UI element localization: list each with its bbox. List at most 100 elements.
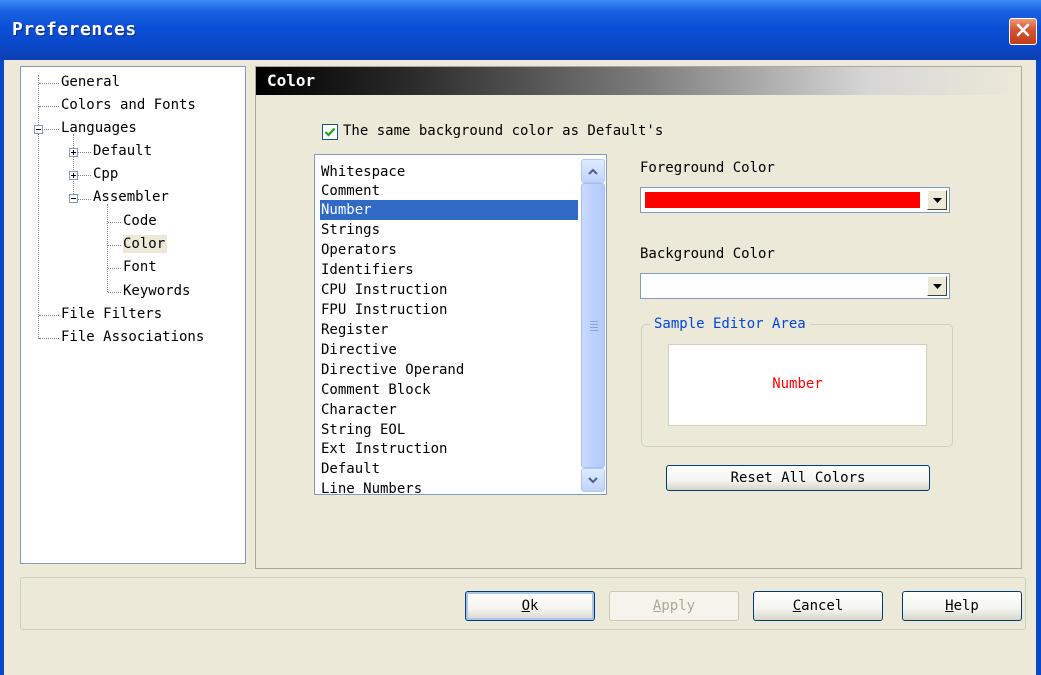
scroll-down-button[interactable] [581,468,605,492]
window-frame-left [0,60,4,675]
tree-connector [39,83,59,84]
list-item[interactable]: Default [320,459,578,479]
tree-item-label: Cpp [93,166,119,182]
list-item[interactable]: CPU Instruction [320,280,578,300]
tree-connector [38,75,39,339]
tree-item-colors-and-fonts[interactable]: Colors and Fonts [61,96,196,114]
sample-text: Number [772,376,823,392]
background-color-swatch [645,278,920,294]
chevron-up-icon [588,168,598,175]
color-element-list[interactable]: Whitespace Comment Number Strings Operat… [314,154,607,495]
list-item[interactable]: Ext Instruction [320,439,578,459]
apply-button[interactable]: Apply [609,591,739,621]
close-button[interactable] [1009,18,1037,45]
tree-connector [44,129,59,130]
tree-connector [73,134,74,202]
tree-connector [108,245,121,246]
list-item[interactable]: Directive [320,340,578,360]
list-item[interactable]: Operators [320,240,578,260]
tree-connector [108,292,121,293]
background-color-label: Background Color [640,246,775,262]
background-color-select[interactable] [640,273,950,299]
dropdown-arrow-icon [932,283,942,289]
list-item[interactable]: Character [320,400,578,420]
list-item[interactable]: Strings [320,220,578,240]
dropdown-button[interactable] [927,276,947,296]
same-background-label[interactable]: The same background color as Default's [343,123,663,139]
panel-title: Color [267,71,316,90]
foreground-color-swatch [645,192,920,208]
list-item[interactable]: Identifiers [320,260,578,280]
dropdown-arrow-icon [932,197,942,203]
list-item[interactable]: Comment [320,181,578,201]
same-background-checkbox[interactable] [322,124,338,140]
checkmark-icon [324,127,336,137]
tree-item-label: Code [123,213,157,229]
list-item[interactable]: String EOL [320,420,578,440]
tree-item-default[interactable]: Default [93,142,152,160]
list-item[interactable]: Register [320,320,578,340]
grip-line [590,321,598,322]
list-item-selected[interactable]: Number [320,200,578,220]
button-label: pply [661,598,696,614]
panel-header: Color [256,67,1021,95]
tree-item-font[interactable]: Font [123,258,157,276]
tree-item-label: Color [123,236,166,252]
expand-icon[interactable] [69,171,78,180]
tree-item-assembler[interactable]: Assembler [93,188,169,206]
tree-connector [39,106,59,107]
title-bar[interactable]: Preferences [0,0,1041,60]
mnemonic-letter: C [792,598,802,614]
help-button[interactable]: Help [902,591,1022,621]
tree-item-file-filters[interactable]: File Filters [61,305,162,323]
list-item[interactable]: FPU Instruction [320,300,578,320]
window-frame-right [1036,60,1041,675]
expand-icon[interactable] [69,148,78,157]
list-item[interactable]: Whitespace [320,162,578,182]
tree-connector [39,315,59,316]
tree-item-cpp[interactable]: Cpp [93,165,118,183]
button-label: ancel [801,598,844,614]
mnemonic-letter: H [945,598,954,614]
tree-connector [39,338,59,339]
tree-item-keywords[interactable]: Keywords [123,282,190,300]
tree-connector [107,204,108,292]
scroll-up-button[interactable] [581,159,605,183]
list-item[interactable]: Line Numbers [320,479,578,494]
reset-all-colors-button[interactable]: Reset All Colors [666,465,930,491]
foreground-color-label: Foreground Color [640,160,775,176]
cancel-button[interactable]: Cancel [753,591,883,621]
tree-item-label: Font [123,259,157,275]
tree-item-label: File Filters [61,306,163,322]
list-item[interactable]: Comment Block [320,380,578,400]
collapse-icon[interactable] [34,125,43,134]
list-scrollbar[interactable] [580,155,606,494]
tree-item-languages[interactable]: Languages [61,119,137,137]
grip-line [590,324,598,325]
tree-item-general[interactable]: General [61,73,120,91]
tree-item-code[interactable]: Code [123,212,157,230]
foreground-color-select[interactable] [640,187,950,213]
collapse-icon[interactable] [69,194,78,203]
tree-item-color[interactable]: Color [123,235,168,253]
ok-button[interactable]: Ok [465,591,595,621]
tree-connector [78,175,91,176]
dropdown-button[interactable] [927,190,947,210]
tree-connector [108,222,121,223]
list-item[interactable]: Directive Operand [320,360,578,380]
tree-item-file-associations[interactable]: File Associations [61,328,204,346]
mnemonic-letter: O [521,598,530,614]
chevron-down-icon [588,476,598,483]
tree-item-label: Default [93,143,153,159]
sample-editor-area: Number [668,344,927,426]
reset-all-colors-label: Reset All Colors [730,470,866,486]
tree-item-label: Colors and Fonts [61,97,196,113]
tree-item-label: Keywords [123,283,191,299]
sample-editor-title: Sample Editor Area [650,316,810,332]
tree-item-label: File Associations [61,329,205,345]
button-label: k [530,598,539,614]
tree-connector [78,199,91,200]
grip-line [590,330,598,331]
scroll-thumb[interactable] [581,183,605,468]
preferences-tree[interactable]: General Colors and Fonts Languages Defau… [20,66,246,564]
